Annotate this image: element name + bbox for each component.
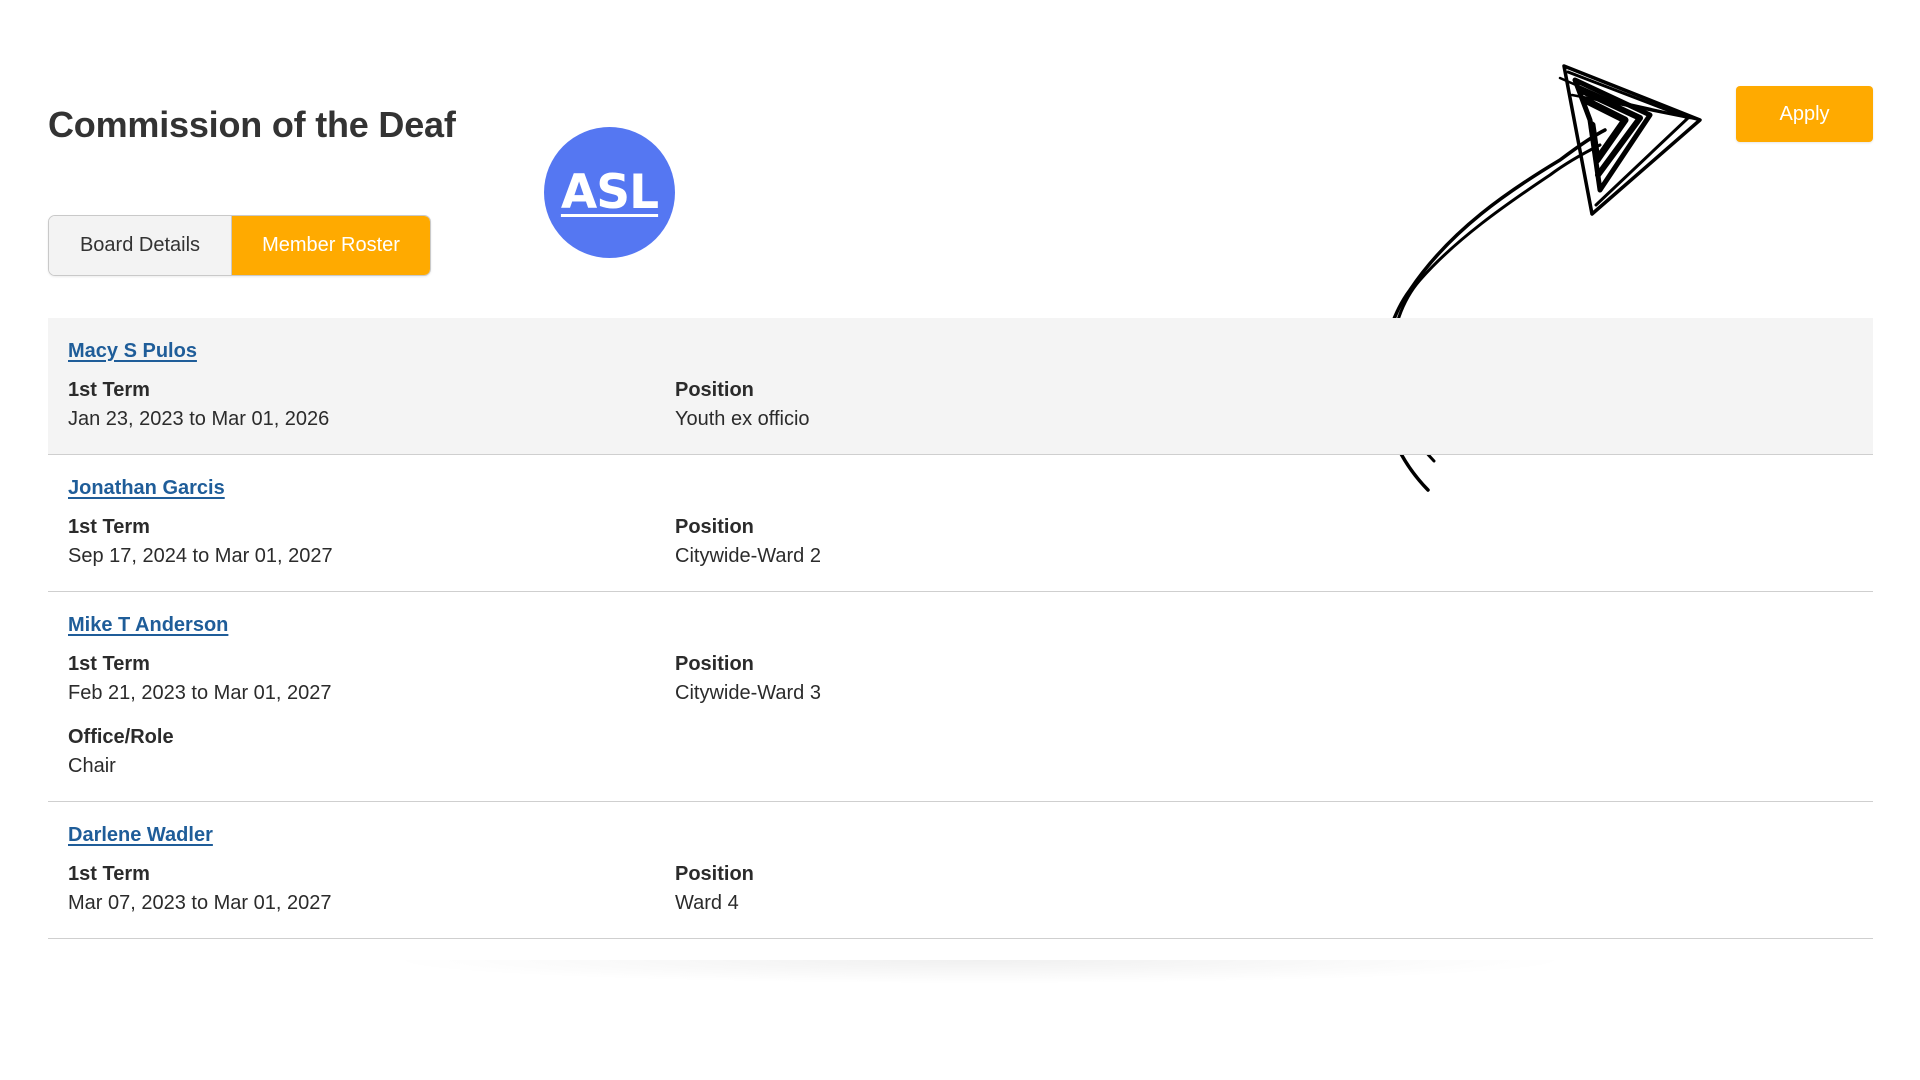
member-name-link[interactable]: Darlene Wadler (68, 824, 213, 847)
position-label: Position (675, 379, 754, 401)
term-value: Feb 21, 2023 to Mar 01, 2027 (68, 682, 332, 704)
member-row: Jonathan Garcis 1st Term Sep 17, 2024 to… (48, 455, 1873, 592)
page-title: Commission of the Deaf (48, 104, 456, 145)
member-name-link[interactable]: Macy S Pulos (68, 340, 197, 363)
bottom-shadow (380, 960, 1580, 984)
asl-label: ASL (560, 165, 659, 220)
term-label: 1st Term (68, 863, 150, 885)
term-value: Mar 07, 2023 to Mar 01, 2027 (68, 892, 332, 914)
member-row: Macy S Pulos 1st Term Jan 23, 2023 to Ma… (48, 318, 1873, 455)
term-label: 1st Term (68, 516, 150, 538)
office-role-value: Chair (68, 755, 116, 777)
office-role-label: Office/Role (68, 726, 174, 748)
position-label: Position (675, 653, 754, 675)
term-label: 1st Term (68, 379, 150, 401)
term-value: Jan 23, 2023 to Mar 01, 2026 (68, 408, 330, 430)
position-value: Youth ex officio (675, 408, 810, 430)
position-label: Position (675, 863, 754, 885)
position-value: Citywide-Ward 2 (675, 545, 821, 567)
position-label: Position (675, 516, 754, 538)
term-label: 1st Term (68, 653, 150, 675)
position-value: Citywide-Ward 3 (675, 682, 821, 704)
position-value: Ward 4 (675, 892, 739, 914)
member-name-link[interactable]: Jonathan Garcis (68, 477, 225, 500)
apply-button[interactable]: Apply (1736, 86, 1873, 142)
member-row: Mike T Anderson 1st Term Feb 21, 2023 to… (48, 592, 1873, 802)
tab-member-roster[interactable]: Member Roster (232, 216, 430, 275)
tab-group: Board Details Member Roster (48, 215, 431, 276)
member-name-link[interactable]: Mike T Anderson (68, 614, 228, 637)
member-row: Darlene Wadler 1st Term Mar 07, 2023 to … (48, 802, 1873, 939)
asl-video-button[interactable]: ASL (544, 127, 675, 258)
term-value: Sep 17, 2024 to Mar 01, 2027 (68, 545, 333, 567)
tab-board-details[interactable]: Board Details (49, 216, 232, 275)
member-roster-list: Macy S Pulos 1st Term Jan 23, 2023 to Ma… (48, 318, 1873, 939)
